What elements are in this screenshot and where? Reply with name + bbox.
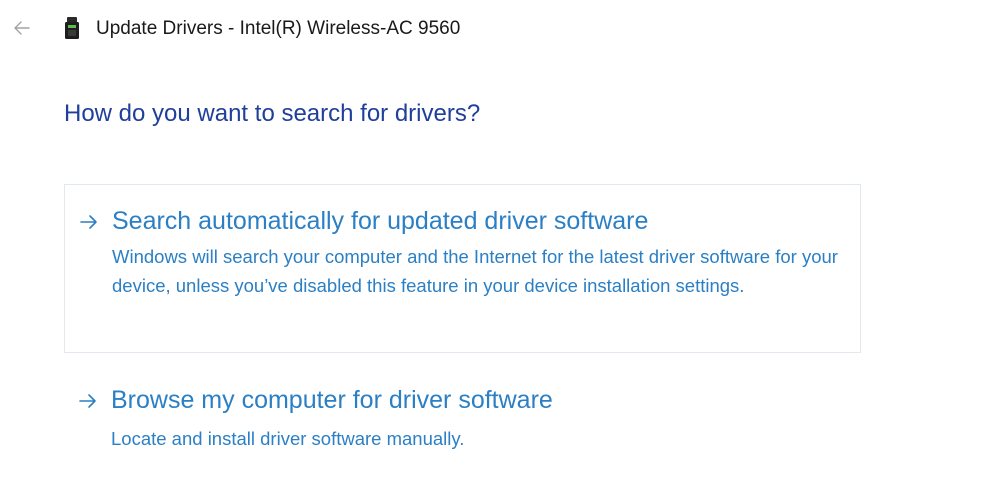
back-button[interactable] (8, 14, 36, 42)
title-bar: Update Drivers - Intel(R) Wireless-AC 95… (0, 0, 990, 56)
option-title: Browse my computer for driver software (111, 386, 553, 414)
browse-computer-option[interactable]: Browse my computer for driver software L… (64, 380, 861, 464)
window-title: Update Drivers - Intel(R) Wireless-AC 95… (96, 18, 461, 39)
network-adapter-icon (64, 17, 80, 41)
back-arrow-icon (14, 21, 30, 35)
option-title: Search automatically for updated driver … (112, 207, 649, 235)
option-description: Windows will search your computer and th… (112, 246, 838, 296)
arrow-right-icon (79, 212, 99, 232)
search-automatically-option[interactable]: Search automatically for updated driver … (64, 184, 861, 353)
arrow-right-icon (78, 391, 98, 411)
page-heading: How do you want to search for drivers? (64, 100, 481, 127)
option-description: Locate and install driver software manua… (111, 428, 465, 449)
